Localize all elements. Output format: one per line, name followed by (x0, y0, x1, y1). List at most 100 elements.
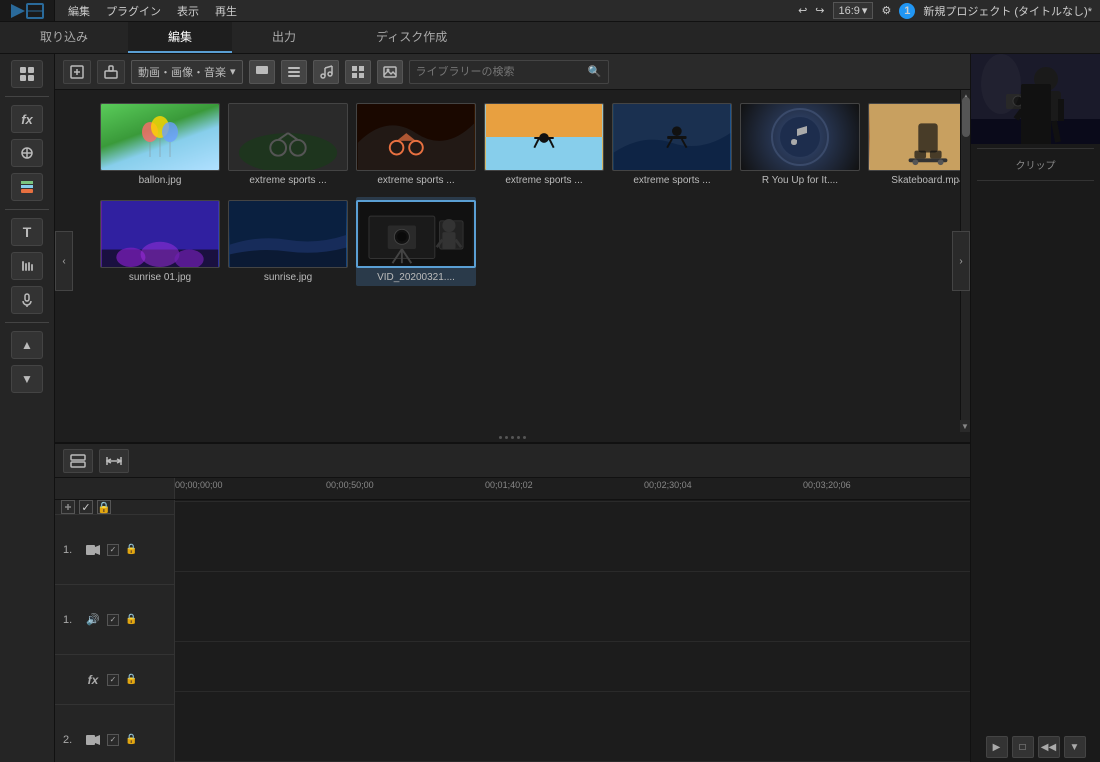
track-check-2[interactable]: ✓ (107, 734, 119, 746)
media-label-vid: VID_20200321.... (356, 272, 476, 283)
track-check-all[interactable]: ✓ (79, 500, 93, 514)
ratio-badge[interactable]: 16:9 ▾ (833, 2, 874, 19)
title-btn[interactable]: T (11, 218, 43, 246)
up-btn[interactable]: ▲ (11, 331, 43, 359)
notification-badge[interactable]: 1 (899, 3, 915, 19)
menu-right: ↩ ↪ 16:9 ▾ ⚙ 1 新規プロジェクト (タイトルなし)* (798, 2, 1092, 19)
preview-rewind-btn[interactable]: ◀◀ (1038, 736, 1060, 758)
content-area: 動画・画像・音楽 ▾ (55, 54, 970, 762)
track-content-audio1 (175, 572, 970, 642)
track-audio-icon: 🔊 (85, 612, 101, 628)
track-check-audio1[interactable]: ✓ (107, 614, 119, 626)
search-box[interactable]: 🔍 (409, 60, 609, 84)
track-lock-all[interactable]: 🔒 (97, 500, 111, 514)
track-label-video1: 1. ✓ 🔒 (55, 515, 174, 585)
media-item-extreme4[interactable]: extreme sports ... (612, 100, 732, 189)
media-thumb-extreme3 (484, 103, 604, 171)
ruler-tick-0: 00;00;00;00 (175, 480, 223, 490)
preview-thumbnail (971, 54, 1100, 144)
track-lock-1[interactable]: 🔒 (125, 544, 137, 555)
timeline-fit-btn[interactable] (99, 449, 129, 473)
tab-disc[interactable]: ディスク作成 (336, 22, 487, 53)
add-media-btn[interactable] (63, 60, 91, 84)
media-label-extreme3: extreme sports ... (484, 175, 604, 186)
track-video-icon-1 (85, 542, 101, 558)
preview-clip-label: クリップ (1012, 153, 1060, 176)
project-title: 新規プロジェクト (タイトルなし)* (923, 3, 1092, 19)
media-item-sunrise1[interactable]: sunrise 01.jpg (100, 197, 220, 286)
mic-btn[interactable] (11, 286, 43, 314)
ruler-tick-1: 00;00;50;00 (326, 480, 374, 490)
media-item-vid[interactable]: VID_20200321.... (356, 197, 476, 286)
undo-icon[interactable]: ↩ (798, 4, 807, 17)
app-logo (0, 0, 55, 22)
view-detail-btn[interactable] (281, 60, 307, 84)
media-item-ballon[interactable]: ballon.jpg (100, 100, 220, 189)
timeline-view-btn[interactable] (63, 449, 93, 473)
search-icon: 🔍 (588, 65, 602, 78)
timeline-ruler: 00;00;00;00 00;00;50;00 00;01;40;02 00;0… (55, 478, 970, 500)
preview-stop-btn[interactable]: □ (1012, 736, 1034, 758)
media-thumb-sunrise2 (228, 200, 348, 268)
menu-view[interactable]: 表示 (177, 3, 199, 19)
view-thumbnail-btn[interactable] (249, 60, 275, 84)
track-lock-fx[interactable]: 🔒 (125, 674, 137, 685)
audio-btn[interactable] (11, 252, 43, 280)
preview-forward-btn[interactable]: ▼ (1064, 736, 1086, 758)
track-content (175, 500, 970, 762)
track-labels: ✓ 🔒 1. ✓ 🔒 (55, 500, 175, 762)
plugin-media-btn[interactable] (97, 60, 125, 84)
fx-btn[interactable]: fx (11, 105, 43, 133)
toolbar-divider-2 (5, 209, 48, 210)
media-thumb-extreme4 (612, 103, 732, 171)
search-input[interactable] (416, 66, 584, 78)
menu-plugin[interactable]: プラグイン (106, 3, 161, 19)
track-check-fx[interactable]: ✓ (107, 674, 119, 686)
preview-controls: ▶ □ ◀◀ ▼ (982, 732, 1090, 762)
filter-dropdown[interactable]: 動画・画像・音楽 ▾ (131, 60, 243, 84)
motion-btn[interactable] (11, 139, 43, 167)
media-label-ballon: ballon.jpg (100, 175, 220, 186)
media-item-extreme1[interactable]: extreme sports ... (228, 100, 348, 189)
preview-panel: クリップ ▶ □ ◀◀ ▼ (970, 54, 1100, 762)
media-label-sunrise1: sunrise 01.jpg (100, 272, 220, 283)
track-check-1[interactable]: ✓ (107, 544, 119, 556)
tab-edit[interactable]: 編集 (128, 22, 232, 53)
media-grid-wrapper: ballon.jpg (55, 90, 970, 432)
preview-play-btn[interactable]: ▶ (986, 736, 1008, 758)
scroll-thumb-v[interactable] (962, 97, 970, 137)
menu-bar: ファイル 編集 プラグイン 表示 再生 ↩ ↪ 16:9 ▾ ⚙ 1 新規プロジ… (0, 0, 1100, 22)
track-lock-audio1[interactable]: 🔒 (125, 614, 137, 625)
toolbar-divider-1 (5, 96, 48, 97)
down-btn[interactable]: ▼ (11, 365, 43, 393)
track-content-fx (175, 642, 970, 692)
view-photo-btn[interactable] (377, 60, 403, 84)
media-item-skate[interactable]: Skateboard.mp4 (868, 100, 970, 189)
media-item-extreme2[interactable]: extreme sports ... (356, 100, 476, 189)
menu-edit[interactable]: 編集 (68, 3, 90, 19)
timeline-toolbar (55, 444, 970, 478)
settings-icon[interactable]: ⚙ (881, 4, 891, 17)
media-item-music[interactable]: R You Up for It.... (740, 100, 860, 189)
track-fx-icon: fx (85, 672, 101, 688)
track-num-audio1: 1. (63, 614, 79, 626)
redo-icon[interactable]: ↪ (815, 4, 824, 17)
menu-play[interactable]: 再生 (215, 3, 237, 19)
view-music-btn[interactable] (313, 60, 339, 84)
view-grid-btn[interactable] (345, 60, 371, 84)
scroll-right-btn[interactable]: › (952, 231, 970, 291)
scroll-left-btn[interactable]: ‹ (55, 231, 73, 291)
track-add-btn[interactable] (61, 500, 75, 514)
media-pool-btn[interactable] (11, 60, 43, 88)
preview-sep-1 (977, 148, 1093, 149)
dots-separator (55, 432, 970, 442)
dropdown-arrow-icon: ▾ (230, 65, 236, 78)
scroll-down-btn[interactable]: ▼ (960, 420, 970, 432)
media-item-extreme3[interactable]: extreme sports ... (484, 100, 604, 189)
tab-export[interactable]: 出力 (232, 22, 336, 53)
media-item-sunrise2[interactable]: sunrise.jpg (228, 197, 348, 286)
track-lock-2[interactable]: 🔒 (125, 734, 137, 745)
tab-import[interactable]: 取り込み (0, 22, 128, 53)
media-label-skate: Skateboard.mp4 (868, 175, 970, 186)
color-btn[interactable] (11, 173, 43, 201)
